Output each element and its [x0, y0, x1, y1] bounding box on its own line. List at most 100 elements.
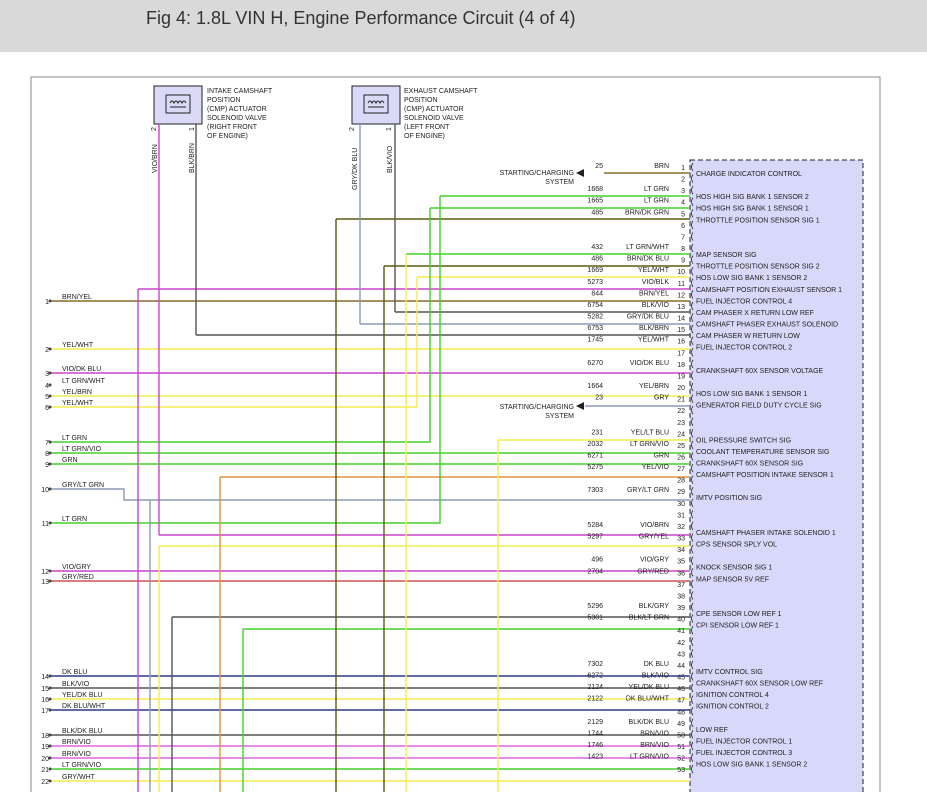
pin-number: 18: [677, 362, 685, 369]
pin-number: 49: [677, 721, 685, 728]
pin-signal-label: FUEL INJECTOR CONTROL 2: [696, 345, 792, 352]
exhaust-cmp-actuator: EXHAUST CAMSHAFT POSITION (CMP) ACTUATOR…: [349, 85, 478, 190]
wire-color-label: BRN/VIO: [640, 742, 669, 749]
circuit-number: 1665: [587, 198, 603, 205]
circuit-number: 2122: [587, 696, 603, 703]
pin-signal-label: IGNITION CONTROL 4: [696, 692, 769, 699]
pin-number: 13: [677, 304, 685, 311]
pin-number: 26: [677, 455, 685, 462]
wire-color-label: YEL/DK BLU: [629, 684, 669, 691]
pin-number: 27: [677, 466, 685, 473]
pin-signal-label: FUEL INJECTOR CONTROL 4: [696, 298, 792, 305]
left-terminal-number: 4: [45, 383, 49, 390]
left-wire-label: YEL/BRN: [62, 389, 92, 396]
pin-number: 31: [677, 512, 685, 519]
wire-color-label: YEL/LT BLU: [631, 429, 669, 436]
circuit-number: 5282: [587, 314, 603, 321]
pin-number: 30: [677, 501, 685, 508]
pin-signal-label: HOS HIGH SIG BANK 1 SENSOR 1: [696, 206, 809, 213]
pin-number: 9: [681, 258, 685, 265]
pin-number: 40: [677, 617, 685, 624]
actuator-label-line: SOLENOID VALVE: [207, 115, 267, 122]
wire-color-label: YEL/WHT: [638, 267, 670, 274]
left-terminal-number: 3: [45, 371, 49, 378]
circuit-number: 496: [591, 557, 603, 564]
left-terminal-number: 6: [45, 405, 49, 412]
pin-signal-label: GENERATOR FIELD DUTY CYCLE SIG: [696, 403, 822, 410]
circuit-number: 6270: [587, 360, 603, 367]
circuit-number: 1668: [587, 186, 603, 193]
wire-color-label: BRN/YEL: [639, 290, 669, 297]
circuit-number: 5275: [587, 464, 603, 471]
pin-number: 14: [677, 316, 685, 323]
wire-color-label: VIO/DK BLU: [630, 360, 669, 367]
circuit-number: 486: [591, 256, 603, 263]
wire-color-label: VIO/BRN: [640, 522, 669, 529]
actuator-label-line: POSITION: [207, 97, 240, 104]
circuit-number: 5273: [587, 279, 603, 286]
circuit-number: 2124: [587, 684, 603, 691]
pin-signal-label: HOS HIGH SIG BANK 1 SENSOR 2: [696, 194, 809, 201]
circuit-number: 1664: [587, 383, 603, 390]
actuator-label-line: INTAKE CAMSHAFT: [207, 88, 273, 95]
left-terminal-number: 7: [45, 440, 49, 447]
wire-color-label: BLK/VIO: [642, 302, 670, 309]
pin-signal-label: CAM PHASER W RETURN LOW: [696, 333, 800, 340]
pin-signal-label: CRANKSHAFT 60X SENSOR SIG: [696, 461, 803, 468]
wire-color-label: YEL/BRN: [639, 383, 669, 390]
left-terminal-number: 8: [45, 451, 49, 458]
left-wire-label: LT GRN/VIO: [62, 446, 102, 453]
circuit-number: 1423: [587, 754, 603, 761]
actuator-box: [153, 85, 203, 125]
wire-color-label: LT GRN: [644, 198, 669, 205]
left-wire-label: BRN/VIO: [62, 751, 91, 758]
pin-number: 4: [681, 200, 685, 207]
wire-color-label: LT GRN/WHT: [626, 244, 670, 251]
left-terminal-number: 11: [42, 521, 49, 528]
pin-signal-label: LOW REF: [696, 727, 728, 734]
actuator-label-line: (CMP) ACTUATOR: [207, 106, 267, 113]
actuator-label-line: (CMP) ACTUATOR: [404, 106, 464, 113]
wire-color-label: LT GRN: [644, 186, 669, 193]
left-terminal-number: 10: [41, 487, 49, 494]
left-wire-label: BRN/VIO: [62, 739, 91, 746]
pin-signal-label: CAMSHAFT PHASER EXHAUST SOLENOID: [696, 322, 838, 329]
circuit-number: 5284: [587, 522, 603, 529]
actuator-wire-label: GRY/DK BLU: [352, 148, 359, 190]
circuit-number: 6753: [587, 325, 603, 332]
left-wire-label: LT GRN: [62, 516, 87, 523]
pin-number: 37: [677, 582, 685, 589]
left-wire-label: BLK/VIO: [62, 681, 90, 688]
starting-charging-label: STARTING/CHARGING: [500, 170, 574, 177]
left-wire-label: LT GRN: [62, 435, 87, 442]
wire-color-label: GRY: [654, 395, 669, 402]
circuit-number: 1745: [587, 337, 603, 344]
pin-signal-label: THROTTLE POSITION SENSOR SIG 1: [696, 217, 820, 224]
wire-color-label: BLK/GRY: [639, 603, 670, 610]
wire-color-label: BLK/VIO: [642, 673, 670, 680]
wire-color-label: BRN/DK GRN: [625, 209, 669, 216]
pin-number: 44: [677, 663, 685, 670]
wire-color-label: VIO/GRY: [640, 557, 669, 564]
pin-number: 20: [677, 385, 685, 392]
pin-number: 42: [677, 640, 685, 647]
left-wire-label: GRY/RED: [62, 574, 94, 581]
wire-color-label: BRN/DK BLU: [627, 256, 669, 263]
pin-number: 19: [677, 373, 685, 380]
pin-signal-label: KNOCK SENSOR SIG 1: [696, 565, 772, 572]
pin-number: 24: [677, 431, 685, 438]
pin-number: 50: [677, 732, 685, 739]
actuator-label-line: EXHAUST CAMSHAFT: [404, 88, 478, 95]
wire-color-label: BRN: [654, 163, 669, 170]
pin-signal-label: CAMSHAFT POSITION EXHAUST SENSOR 1: [696, 287, 842, 294]
left-wire-label: YEL/WHT: [62, 342, 94, 349]
pin-number: 46: [677, 686, 685, 693]
pin-number: 12: [677, 292, 685, 299]
left-wire-label: DK BLU: [62, 669, 87, 676]
actuator-wire-label: VIO/BRN: [152, 144, 159, 173]
actuator-pin-label: 1: [386, 127, 393, 131]
actuator-pin-label: 2: [151, 127, 158, 131]
wire-color-label: VIO/BLK: [642, 279, 670, 286]
pin-number: 47: [677, 698, 685, 705]
circuit-number: 5296: [587, 603, 603, 610]
